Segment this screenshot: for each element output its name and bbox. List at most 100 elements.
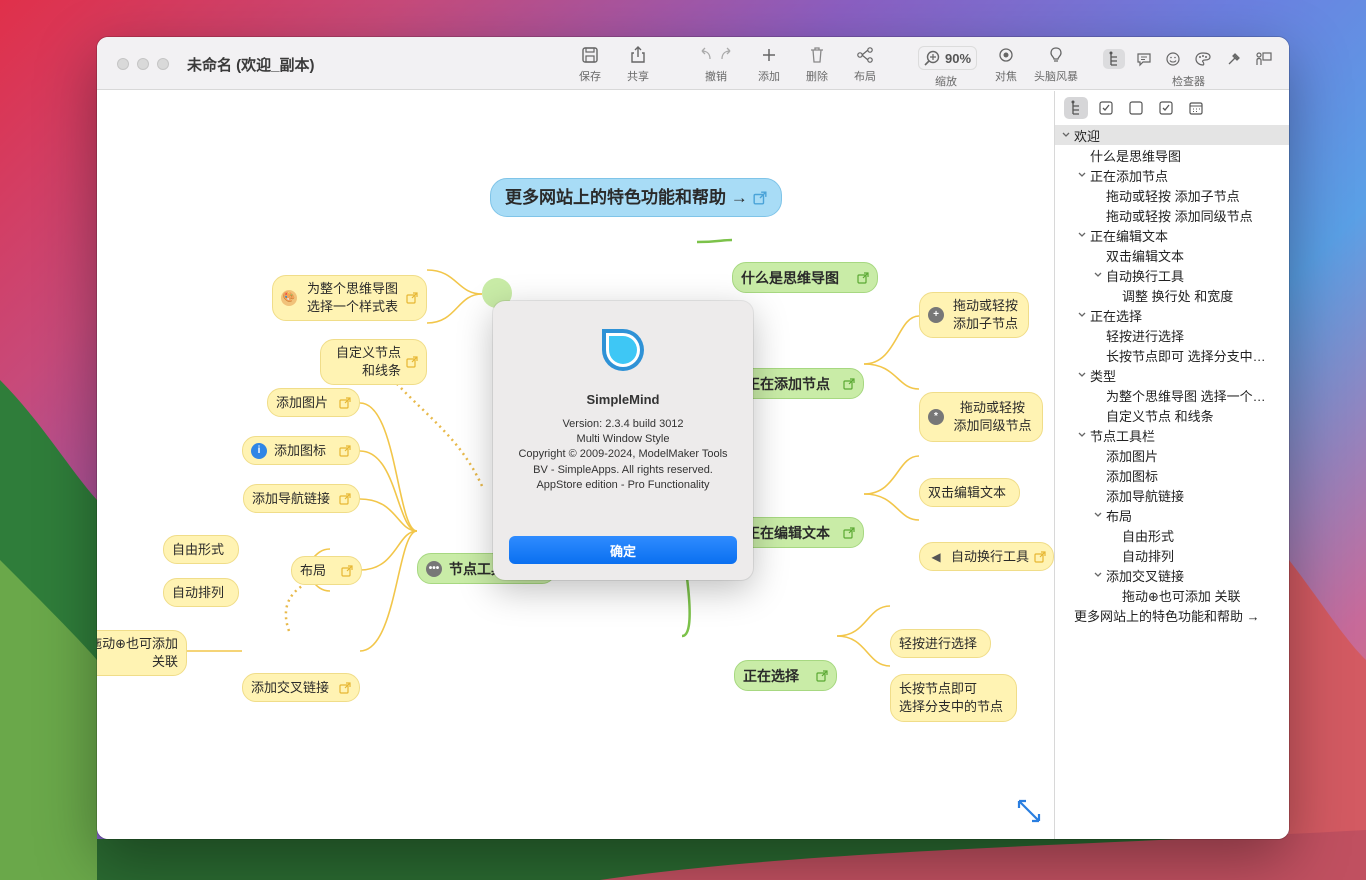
chevron-down-icon[interactable] xyxy=(1093,270,1103,280)
outline-row[interactable]: 类型 xyxy=(1055,365,1289,385)
save-button[interactable]: 保存 xyxy=(579,45,601,84)
drag-relation-node[interactable]: 拖动⊕也可添加 关联 xyxy=(97,630,187,676)
adding-nodes-text: 正在添加节点 xyxy=(746,375,830,392)
outline-item-label: 自定义节点 和线条 xyxy=(1106,409,1214,424)
add-nav-link-node[interactable]: 添加导航链接 xyxy=(243,484,360,513)
outline-row[interactable]: 节点工具栏 xyxy=(1055,425,1289,445)
auto-wrap-node[interactable]: ◀ 自动换行工具 xyxy=(919,542,1054,571)
outline-row[interactable]: 正在选择 xyxy=(1055,305,1289,325)
outline-row[interactable]: 轻按进行选择 xyxy=(1055,325,1289,345)
brainstorm-button[interactable]: 头脑风暴 xyxy=(1034,45,1078,84)
outline-row[interactable]: 拖动或轻按 添加同级节点 xyxy=(1055,205,1289,225)
outline-row[interactable]: 布局 xyxy=(1055,505,1289,525)
outline-row[interactable]: 添加图片 xyxy=(1055,445,1289,465)
outline-row[interactable]: 正在添加节点 xyxy=(1055,165,1289,185)
outline-row[interactable]: 正在编辑文本 xyxy=(1055,225,1289,245)
outline-row[interactable]: 拖动⊕也可添加 关联 xyxy=(1055,585,1289,605)
drag-add-sibling-node[interactable]: * 拖动或轻按 添加同级节点 xyxy=(919,392,1043,442)
simplemind-app-icon xyxy=(602,329,644,371)
chevron-down-icon[interactable] xyxy=(1093,570,1103,580)
tab-checked[interactable] xyxy=(1154,97,1178,119)
selecting-node[interactable]: 正在选择 xyxy=(734,660,837,691)
long-press-select-node[interactable]: 长按节点即可 选择分支中的节点 xyxy=(890,674,1017,722)
style-sheet-node[interactable]: 🎨 为整个思维导图 选择一个样式表 xyxy=(272,275,427,321)
double-click-edit-node[interactable]: 双击编辑文本 xyxy=(919,478,1020,507)
outline-row[interactable]: 为整个思维导图 选择一个… xyxy=(1055,385,1289,405)
external-link-icon[interactable] xyxy=(1034,550,1046,563)
outline-row[interactable]: 长按节点即可 选择分支中… xyxy=(1055,345,1289,365)
mindmap-canvas[interactable]: 更多网站上的特色功能和帮助 → 🎨 为整个思维导图 选择一个样式表 自定义节点 … xyxy=(97,91,1054,839)
tab-calendar[interactable] xyxy=(1184,97,1208,119)
add-cross-link-node[interactable]: 添加交叉链接 xyxy=(242,673,360,702)
minimize-window-button[interactable] xyxy=(137,58,149,70)
share-button[interactable]: 共享 xyxy=(627,45,649,84)
auto-arrange-node[interactable]: 自动排列 xyxy=(163,578,239,607)
presenter-toggle[interactable] xyxy=(1253,49,1275,69)
outline-row[interactable]: 双击编辑文本 xyxy=(1055,245,1289,265)
zoom-window-button[interactable] xyxy=(157,58,169,70)
outline-row[interactable]: 什么是思维导图 xyxy=(1055,145,1289,165)
delete-button[interactable]: 删除 xyxy=(806,45,828,84)
external-link-icon[interactable] xyxy=(339,444,351,457)
external-link-icon[interactable] xyxy=(339,492,351,505)
what-is-mindmap-node[interactable]: 什么是思维导图 xyxy=(732,262,878,293)
outline-row[interactable]: 调整 换行处 和宽度 xyxy=(1055,285,1289,305)
add-image-node[interactable]: 添加图片 xyxy=(267,388,360,417)
outline-row[interactable]: 拖动或轻按 添加子节点 xyxy=(1055,185,1289,205)
ok-button[interactable]: 确定 xyxy=(509,536,737,564)
tab-outline[interactable] xyxy=(1064,97,1088,119)
chevron-down-icon[interactable] xyxy=(1077,370,1087,380)
style-toggle[interactable] xyxy=(1192,49,1214,69)
outline-item-label: 添加图标 xyxy=(1106,469,1159,484)
layout-node[interactable]: 布局 xyxy=(291,556,362,585)
layout-button[interactable]: 布局 xyxy=(854,45,876,84)
adding-nodes-node[interactable]: 正在添加节点 xyxy=(737,368,864,399)
chevron-down-icon[interactable] xyxy=(1077,310,1087,320)
external-link-icon[interactable] xyxy=(339,396,351,409)
zoom-control[interactable]: 90% xyxy=(918,46,977,70)
undo-button[interactable]: 撤销 xyxy=(693,45,739,84)
editing-text-node[interactable]: 正在编辑文本 xyxy=(737,517,864,548)
external-link-icon[interactable] xyxy=(857,271,869,284)
outline-row[interactable]: 自由形式 xyxy=(1055,525,1289,545)
custom-node-line-node[interactable]: 自定义节点 和线条 xyxy=(320,339,427,385)
outline-row[interactable]: 自动换行工具 xyxy=(1055,265,1289,285)
outline-row[interactable]: 自定义节点 和线条 xyxy=(1055,405,1289,425)
tap-select-node[interactable]: 轻按进行选择 xyxy=(890,629,991,658)
external-link-icon[interactable] xyxy=(816,669,828,682)
outline-item-label: 正在添加节点 xyxy=(1090,169,1169,184)
add-button[interactable]: 添加 xyxy=(758,45,780,84)
drag-add-child-node[interactable]: + 拖动或轻按 添加子节点 xyxy=(919,292,1029,338)
outline-view-toggle[interactable] xyxy=(1103,49,1125,69)
notes-toggle[interactable] xyxy=(1133,49,1155,69)
external-link-icon[interactable] xyxy=(341,564,353,577)
tab-unchecked[interactable] xyxy=(1124,97,1148,119)
chevron-down-icon[interactable] xyxy=(1061,130,1071,140)
freeform-node[interactable]: 自由形式 xyxy=(163,535,239,564)
external-link-icon[interactable] xyxy=(843,526,855,539)
website-help-node[interactable]: 更多网站上的特色功能和帮助 → xyxy=(490,178,782,217)
external-link-icon[interactable] xyxy=(339,681,351,694)
external-link-icon[interactable] xyxy=(843,377,855,390)
icons-toggle[interactable] xyxy=(1162,49,1184,69)
chevron-down-icon[interactable] xyxy=(1077,170,1087,180)
outline-row[interactable]: 自动排列 xyxy=(1055,545,1289,565)
outline-row[interactable]: 添加图标 xyxy=(1055,465,1289,485)
outline-row[interactable]: 添加交叉链接 xyxy=(1055,565,1289,585)
close-window-button[interactable] xyxy=(117,58,129,70)
inspector-toggle[interactable] xyxy=(1223,49,1245,69)
chevron-down-icon[interactable] xyxy=(1093,510,1103,520)
focus-button[interactable]: 对焦 xyxy=(995,45,1017,84)
external-link-icon[interactable] xyxy=(406,356,418,368)
chevron-down-icon[interactable] xyxy=(1077,230,1087,240)
outline-row[interactable]: 欢迎 xyxy=(1055,125,1289,145)
tab-checklist[interactable] xyxy=(1094,97,1118,119)
outline-row[interactable]: 更多网站上的特色功能和帮助 → xyxy=(1055,605,1289,625)
save-icon xyxy=(582,47,598,63)
external-link-icon[interactable] xyxy=(406,292,418,304)
expand-icon[interactable] xyxy=(1015,797,1043,825)
add-icon-node[interactable]: i 添加图标 xyxy=(242,436,360,465)
chevron-down-icon[interactable] xyxy=(1077,430,1087,440)
outline-row[interactable]: 添加导航链接 xyxy=(1055,485,1289,505)
external-link-icon[interactable] xyxy=(753,190,767,205)
